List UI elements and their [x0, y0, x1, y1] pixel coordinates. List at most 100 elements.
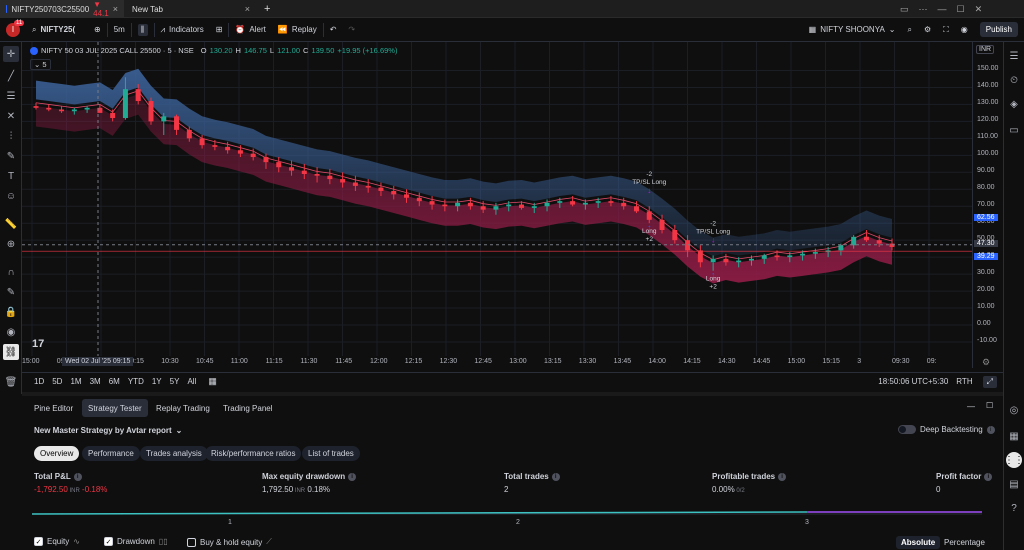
- price-axis[interactable]: INR 150.00 140.00 130.00 120.00 110.00 100.00…: [972, 42, 1003, 368]
- range-button[interactable]: 5D: [48, 377, 66, 386]
- absolute-toggle[interactable]: Absolute: [896, 536, 941, 549]
- tab-close-icon[interactable]: ×: [245, 4, 250, 14]
- trendline-icon[interactable]: ╱: [3, 68, 19, 84]
- layout-templates-button[interactable]: ⊞: [210, 18, 229, 42]
- subtab-list-of-trades[interactable]: List of trades: [302, 446, 360, 461]
- equity-axis-tick: 3: [805, 519, 809, 526]
- brush-icon[interactable]: ✎: [3, 148, 19, 164]
- subtab-overview[interactable]: Overview: [34, 446, 80, 461]
- tab-close-icon[interactable]: ×: [113, 4, 118, 14]
- price-tick: -10.00: [977, 337, 997, 344]
- notes-icon[interactable]: ▤: [1006, 476, 1022, 492]
- redo-button[interactable]: ↷: [342, 18, 361, 42]
- price-tag: 62.56: [974, 213, 998, 221]
- ruler-icon[interactable]: 📏: [3, 216, 19, 232]
- lock-icon[interactable]: 🔒: [3, 304, 19, 320]
- avatar[interactable]: I 11: [0, 18, 26, 42]
- publish-button[interactable]: Publish: [974, 18, 1024, 42]
- prediction-icon[interactable]: ⫶: [3, 128, 19, 144]
- session-button[interactable]: RTH: [956, 377, 972, 386]
- trade-annotation-sub: TP/SL Long: [696, 228, 730, 235]
- browser-tab-new[interactable]: New Tab ×: [126, 0, 256, 18]
- strategy-selector[interactable]: New Master Strategy by Avtar report ⌄: [34, 426, 182, 435]
- alerts-icon[interactable]: ⏲: [1006, 72, 1022, 88]
- time-axis[interactable]: 15:0009:4510:0010:1510:3010:4511:0011:15…: [22, 356, 972, 370]
- price-tick: 120.00: [977, 116, 999, 124]
- subtab-performance[interactable]: Performance: [82, 446, 140, 461]
- settings-button[interactable]: ⚙: [918, 18, 937, 42]
- lock-drawings-icon[interactable]: ✎: [3, 284, 19, 300]
- target-icon[interactable]: ◎: [1006, 402, 1022, 418]
- subtab-risk-ratios[interactable]: Risk/performance ratios: [205, 446, 302, 461]
- symbol-search[interactable]: ⌕ NIFTY25(: [26, 18, 88, 42]
- candle: [672, 230, 678, 241]
- indicators-toggle[interactable]: ⌄ 5: [30, 59, 51, 70]
- apps-icon[interactable]: ⋮⋮: [1004, 452, 1024, 468]
- candle: [531, 206, 537, 208]
- drawdown-checkbox[interactable]: ✓ Drawdown ▯▯: [104, 537, 168, 546]
- compare-button[interactable]: ⊕: [88, 18, 107, 42]
- buy-hold-line-icon: ⟋: [266, 537, 272, 546]
- link-icon[interactable]: ⛓: [3, 344, 19, 360]
- tab-strategy-tester[interactable]: Strategy Tester: [82, 399, 148, 417]
- tab-trading-panel[interactable]: Trading Panel: [217, 399, 279, 417]
- interval-button[interactable]: 5m: [108, 18, 131, 42]
- auto-scale-icon[interactable]: ⤢: [982, 375, 997, 388]
- zoom-icon[interactable]: ⊕: [3, 236, 19, 252]
- text-icon[interactable]: T: [3, 168, 19, 184]
- calendar-icon[interactable]: ▦: [208, 376, 217, 387]
- chart-type-button[interactable]: ⫼: [132, 18, 154, 42]
- crosshair-icon[interactable]: ✛: [3, 46, 19, 62]
- candle: [621, 202, 627, 207]
- range-button[interactable]: 1D: [30, 377, 48, 386]
- search-button[interactable]: ⌕: [902, 18, 918, 42]
- metric-value: 1,792.50 INR 0.18%: [262, 485, 331, 494]
- undo-icon: ↶: [329, 25, 337, 34]
- price-chart[interactable]: -2 TP/SL Long ↓ Long +2 ↑ -2 TP/SL Long ↓ Long +2 ↑: [22, 42, 972, 368]
- layout-button[interactable]: ▦ NIFTY SHOONYA ⌄: [803, 18, 902, 42]
- subtab-trades-analysis[interactable]: Trades analysis: [140, 446, 208, 461]
- calendar-icon[interactable]: ▦: [1006, 428, 1022, 444]
- chat-icon[interactable]: ▭: [1006, 122, 1022, 138]
- candlestick-plot[interactable]: -2TP/SL Long↓Long+2↑ -2TP/SL Long↓Long+2↑: [22, 42, 972, 368]
- range-button[interactable]: 1M: [66, 377, 85, 386]
- deep-backtesting-toggle[interactable]: Deep Backtesting i: [898, 425, 995, 434]
- undo-button[interactable]: ↶: [324, 18, 343, 42]
- browser-tab-chart[interactable]: NIFTY250703C25500 ▼ 44.1 ×: [0, 0, 124, 18]
- tab-pine-editor[interactable]: Pine Editor: [28, 399, 79, 417]
- range-button[interactable]: 1Y: [148, 377, 166, 386]
- replay-button[interactable]: ⏪ Replay: [272, 18, 323, 42]
- range-button[interactable]: All: [183, 377, 200, 386]
- watchlist-icon[interactable]: ☰: [1006, 48, 1022, 64]
- emoji-icon[interactable]: ☺: [3, 188, 19, 204]
- percentage-toggle[interactable]: Percentage: [944, 538, 985, 547]
- fullscreen-button[interactable]: ⛶: [937, 18, 955, 42]
- range-button[interactable]: YTD: [124, 377, 148, 386]
- candle: [646, 211, 652, 220]
- snapshot-button[interactable]: ◉: [955, 18, 974, 42]
- tab-title: NIFTY250703C25500: [11, 4, 90, 14]
- magnet-icon[interactable]: ∩: [3, 264, 19, 280]
- minimize-panel-icon[interactable]: —: [967, 402, 975, 411]
- pattern-icon[interactable]: ✕: [3, 108, 19, 124]
- maximize-panel-icon[interactable]: ☐: [986, 401, 993, 410]
- info-icon: i: [984, 472, 993, 481]
- equity-checkbox[interactable]: ✓ Equity ∿: [34, 537, 80, 546]
- new-tab-button[interactable]: +: [258, 0, 274, 18]
- buy-hold-checkbox[interactable]: Buy & hold equity ⟋: [187, 537, 272, 547]
- range-button[interactable]: 3M: [86, 377, 105, 386]
- eye-icon[interactable]: ◉: [3, 324, 19, 340]
- clock[interactable]: 18:50:06 UTC+5:30: [878, 377, 948, 386]
- tab-replay-trading[interactable]: Replay Trading: [150, 399, 216, 417]
- metric-label: Total P&L i: [34, 472, 82, 481]
- range-button[interactable]: 5Y: [166, 377, 184, 386]
- alert-button[interactable]: ⏰ Alert: [229, 18, 271, 42]
- trash-icon[interactable]: 🗑: [3, 374, 19, 390]
- help-icon[interactable]: ?: [1006, 500, 1022, 516]
- axis-settings-icon[interactable]: ⚙: [982, 357, 990, 368]
- indicators-button[interactable]: ⩘ Indicators: [155, 18, 210, 42]
- range-button[interactable]: 6M: [105, 377, 124, 386]
- fib-icon[interactable]: ☰: [3, 88, 19, 104]
- layers-icon[interactable]: ◈: [1006, 96, 1022, 112]
- currency-label[interactable]: INR: [976, 45, 995, 54]
